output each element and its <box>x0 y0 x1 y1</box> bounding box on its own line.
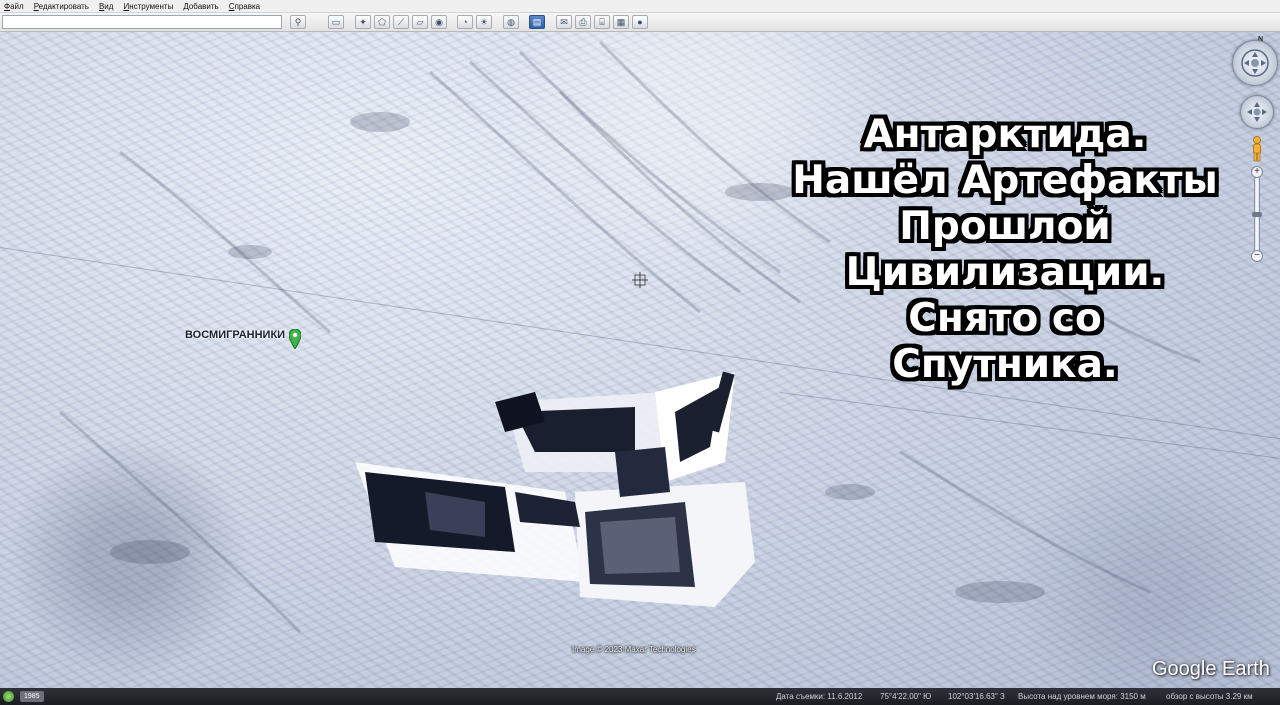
zoom-in-button[interactable]: + <box>1251 166 1263 178</box>
add-overlay-button[interactable]: ▱ <box>412 15 428 29</box>
menu-view[interactable]: Вид <box>99 2 113 11</box>
maps-icon: ▦ <box>616 16 626 27</box>
print-button[interactable]: ⎙ <box>575 15 591 29</box>
map-viewport[interactable]: ВОСМИГРАННИКИ Антарктида. Нашёл Артефакт… <box>0 32 1280 688</box>
historical-imagery-button[interactable]: ◔ <box>457 15 473 29</box>
save-image-icon: ⌸ <box>599 16 605 27</box>
placemark-label: ВОСМИГРАННИКИ <box>185 329 286 341</box>
look-around-control[interactable] <box>1232 40 1278 86</box>
caption-line: Цивилизации. <box>845 250 1165 295</box>
center-crosshair-icon <box>632 272 648 288</box>
menu-file[interactable]: Файл <box>4 2 24 11</box>
menu-edit[interactable]: Редактировать <box>34 2 89 11</box>
email-button[interactable]: ✉ <box>556 15 572 29</box>
move-joystick-icon <box>1247 102 1267 122</box>
record-tour-button[interactable]: ◉ <box>431 15 447 29</box>
look-joystick-icon <box>1241 49 1269 77</box>
search-icon: ⚲ <box>294 16 302 27</box>
sidebar-icon: ▭ <box>331 16 341 27</box>
zoom-out-button[interactable]: − <box>1251 250 1263 262</box>
switch-planet-button[interactable]: ◍ <box>503 15 519 29</box>
imagery-attribution: Image © 2023 Maxar Technologies <box>572 645 696 654</box>
print-icon: ⎙ <box>579 16 587 27</box>
caption-line: Спутника. <box>892 342 1118 387</box>
caption-line: Нашёл Артефакты <box>792 158 1218 203</box>
clock-icon: ◔ <box>462 16 468 27</box>
add-placemark-button[interactable]: ✦ <box>355 15 371 29</box>
tour-guide-icon[interactable] <box>3 691 14 702</box>
overlay-caption: Антарктида. Нашёл Артефакты Прошлой Циви… <box>770 112 1240 388</box>
historical-year-badge[interactable]: 1985 <box>20 691 44 702</box>
artifact-structure <box>335 352 765 622</box>
record-icon: ◉ <box>435 16 443 27</box>
eye-altitude-readout: обзор с высоты 3.29 км <box>1166 692 1253 701</box>
email-icon: ✉ <box>560 16 568 27</box>
menu-bar: Файл Редактировать Вид Инструменты Добав… <box>0 0 1280 13</box>
sun-icon: ☀ <box>479 16 489 27</box>
menu-add[interactable]: Добавить <box>183 2 218 11</box>
view-in-maps-button[interactable]: ▦ <box>613 15 629 29</box>
overlay-icon: ▱ <box>416 16 424 27</box>
move-control[interactable] <box>1240 95 1274 129</box>
google-earth-logo: Google Earth <box>1152 658 1270 680</box>
save-image-button[interactable]: ⌸ <box>594 15 610 29</box>
street-view-pegman-icon[interactable] <box>1251 136 1263 162</box>
earth-gallery-button[interactable]: ● <box>632 15 648 29</box>
ruler-button[interactable]: ▤ <box>529 15 545 29</box>
sidebar-toggle-button[interactable]: ▭ <box>328 15 344 29</box>
path-icon: ⟋ <box>397 16 405 27</box>
search-input[interactable] <box>2 15 282 29</box>
ruler-icon: ▤ <box>532 16 542 27</box>
caption-line: Снято со <box>908 296 1102 341</box>
caption-line: Антарктида. <box>863 112 1147 157</box>
placemark-icon: ✦ <box>359 16 367 27</box>
menu-help[interactable]: Справка <box>229 2 260 11</box>
sunlight-button[interactable]: ☀ <box>476 15 492 29</box>
elevation-readout: Высота над уровнем моря: 3150 м <box>1018 692 1146 701</box>
placemark[interactable]: ВОСМИГРАННИКИ <box>185 329 302 349</box>
caption-line: Прошлой <box>899 204 1111 249</box>
toolbar: ⚲ ▭ ✦ ⬠ ⟋ ▱ ◉ ◔ ☀ ◍ ▤ ✉ ⎙ ⌸ ▦ ● <box>0 13 1280 32</box>
imagery-date: Дата съемки: 11.6.2012 <box>776 692 863 701</box>
add-path-button[interactable]: ⟋ <box>393 15 409 29</box>
globe-icon: ● <box>637 16 643 27</box>
add-polygon-button[interactable]: ⬠ <box>374 15 390 29</box>
search-button[interactable]: ⚲ <box>290 15 306 29</box>
zoom-slider-thumb[interactable] <box>1252 212 1262 217</box>
polygon-icon: ⬠ <box>378 16 386 27</box>
latitude-readout: 75°4'22.00" Ю <box>880 692 932 701</box>
status-bar: 1985 Дата съемки: 11.6.2012 75°4'22.00" … <box>0 688 1280 705</box>
map-pin-icon[interactable] <box>289 329 302 349</box>
longitude-readout: 102°03'16.63" З <box>948 692 1005 701</box>
menu-tools[interactable]: Инструменты <box>123 2 173 11</box>
planet-icon: ◍ <box>507 16 515 27</box>
